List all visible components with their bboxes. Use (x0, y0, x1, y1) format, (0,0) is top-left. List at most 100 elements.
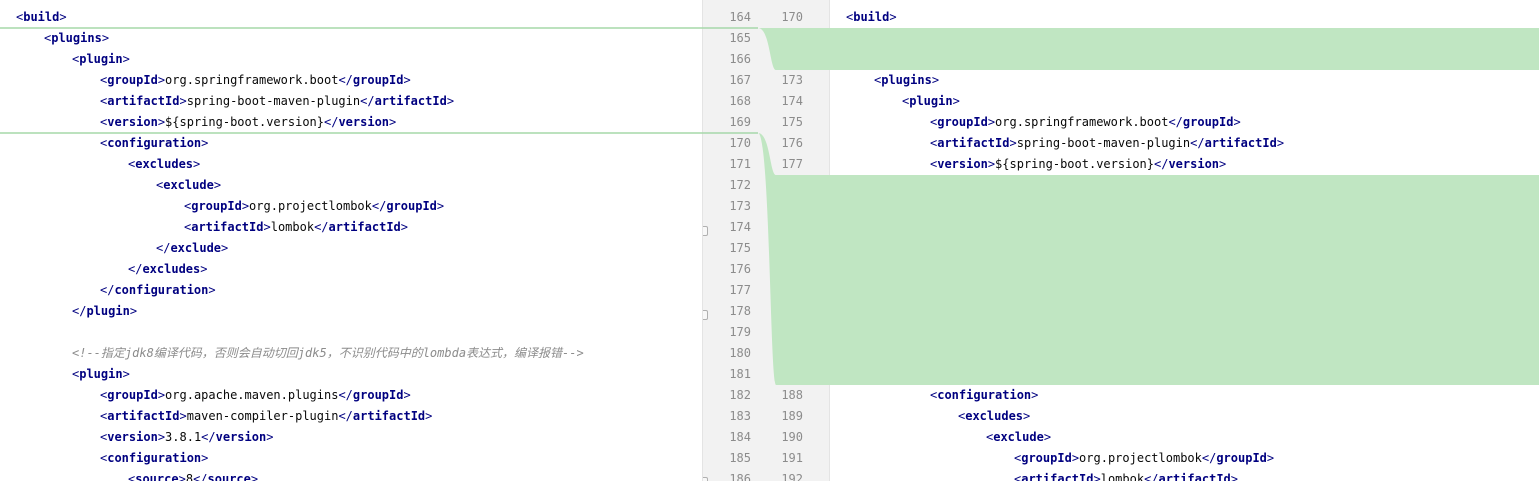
xml-tag-name: artifactId (328, 220, 401, 234)
xml-tag-name: artifactId (1021, 472, 1094, 481)
xml-bracket: > (1031, 388, 1039, 402)
right-code-line: <groupId>org.projectlombok</groupId> (830, 448, 1539, 469)
right-line-number: 177 (781, 157, 803, 171)
xml-tag-name: artifactId (191, 220, 264, 234)
xml-tag-name: version (338, 115, 390, 129)
right-code-line: <finalName>${project.artifactId}</finalN… (830, 49, 1539, 70)
xml-tag-name: exclude (993, 430, 1044, 444)
xml-tag-name: finalName (1119, 52, 1185, 66)
xml-tag-name: configuration (107, 451, 202, 465)
xml-bracket: > (201, 136, 209, 150)
left-code-line: <source>8</source> (0, 469, 702, 481)
xml-bracket: > (1016, 346, 1024, 360)
right-code-line: </execution> (830, 322, 1539, 343)
right-code-line: </goals> (830, 301, 1539, 322)
xml-text: maven-compiler-plugin (186, 409, 339, 423)
xml-tag-name: artifactId (937, 136, 1010, 150)
xml-text: repackage (1057, 262, 1123, 276)
xml-tag-name: build (853, 10, 890, 24)
xml-text: build-info (1057, 283, 1130, 297)
xml-bracket: > (446, 94, 455, 108)
fold-marker-icon[interactable] (703, 310, 708, 320)
left-line-number: 175 (729, 241, 751, 255)
xml-tag-name: plugin (909, 94, 953, 108)
right-code-line: <configuration> (830, 385, 1539, 406)
right-line-number: 176 (781, 136, 803, 150)
xml-bracket: > (403, 388, 411, 402)
right-line-number: 187 (781, 367, 803, 381)
left-line-number: 181 (729, 367, 751, 381)
xml-tag-name: version (215, 430, 267, 444)
xml-bracket: > (889, 10, 897, 24)
diff-gutter: 164 165 166 167 168 169 170 171 172 173 174 175 176 1… (702, 0, 830, 481)
xml-bracket: > (1093, 472, 1101, 481)
xml-tag-name: artifactId (107, 409, 180, 423)
right-line-number: 183 (781, 283, 803, 297)
xml-bracket: > (952, 94, 960, 108)
xml-bracket: > (403, 73, 411, 87)
xml-text: org.springframework.boot (995, 115, 1169, 129)
xml-bracket: > (389, 115, 397, 129)
right-code-line: <plugin> (830, 91, 1539, 112)
left-code-line: </exclude> (0, 238, 702, 259)
right-code-line: <artifactId>spring-boot-maven-plugin</ar… (830, 133, 1539, 154)
xml-tag-name: version (1168, 157, 1220, 171)
xml-tag-name: source (207, 472, 251, 481)
xml-tag-name: configuration (107, 136, 202, 150)
right-code-line: <goal>repackage</goal> <!-- 创建一个可执行的JAR文… (830, 259, 1539, 280)
xml-tag-name: goals (993, 241, 1030, 255)
xml-bracket: </ (72, 304, 87, 318)
xml-tag-name: source (135, 472, 179, 481)
xml-text: 3.8.1 (165, 430, 202, 444)
fold-marker-icon[interactable] (703, 226, 708, 236)
xml-text: ${project.artifactId} (953, 52, 1106, 66)
left-line-number: 174 (729, 220, 751, 234)
right-line-number: 188 (781, 388, 803, 402)
xml-bracket: > (1184, 52, 1192, 66)
left-code-line: <version>${spring-boot.version}</version… (0, 112, 702, 133)
fold-marker-icon[interactable] (703, 477, 708, 481)
right-line-number: 189 (781, 409, 803, 423)
left-code-line (0, 322, 702, 343)
xml-bracket: </ (1144, 472, 1159, 481)
xml-tag-name: excludes (965, 409, 1024, 423)
xml-bracket: </ (1168, 115, 1183, 129)
xml-bracket: </ (314, 220, 329, 234)
xml-text: ${spring-boot.version} (995, 157, 1154, 171)
xml-text (1173, 262, 1187, 276)
left-code-line: <artifactId>spring-boot-maven-plugin</ar… (0, 91, 702, 112)
left-line-number: 170 (729, 136, 751, 150)
left-editor-pane[interactable]: <build> <plugins> <plugin> <groupId>org.spr… (0, 0, 702, 481)
xml-tag-name: executions (944, 346, 1017, 360)
xml-bracket: > (122, 367, 130, 381)
xml-bracket: > (59, 10, 67, 24)
right-line-number: 192 (781, 472, 803, 481)
left-line-number: 172 (729, 178, 751, 192)
xml-bracket: > (1165, 262, 1173, 276)
xml-tag-name: version (107, 430, 158, 444)
right-line-number: 170 (781, 10, 803, 24)
xml-bracket: </ (338, 409, 353, 423)
xml-bracket: > (179, 409, 187, 423)
xml-text: spring-boot-maven-plugin (1016, 136, 1191, 150)
left-line-number: 178 (729, 304, 751, 318)
xml-tag-name: plugin (86, 304, 130, 318)
xml-bracket: > (1009, 199, 1017, 213)
right-line-number: 180 (781, 220, 803, 234)
right-code-line: <groupId>org.springframework.boot</group… (830, 112, 1539, 133)
xml-text: org.projectlombok (1079, 451, 1202, 465)
xml-bracket: > (157, 430, 166, 444)
xml-tag-name: artifactId (1158, 472, 1231, 481)
xml-tag-name: groupId (386, 199, 437, 213)
xml-comment: <!-- 创建一个可执行的JAR文件包含所有相关的依赖项 --> (1187, 262, 1515, 276)
xml-tag-name: groupId (191, 199, 242, 213)
xml-text: org.springframework.boot (165, 73, 339, 87)
left-code-line: <artifactId>lombok</artifactId> (0, 217, 702, 238)
right-editor-pane[interactable]: <build> <!--打包文件名--> <finalName>${project.… (830, 0, 1539, 481)
right-line-number: 186 (781, 346, 803, 360)
xml-tag-name: configuration (114, 283, 209, 297)
xml-comment: <!--用于定义插件的执行配置--> (930, 178, 1113, 192)
xml-bracket: > (157, 115, 166, 129)
xml-bracket: > (1037, 325, 1045, 339)
right-code-line: <!-- 用于配置插件的参数--> (830, 364, 1539, 385)
